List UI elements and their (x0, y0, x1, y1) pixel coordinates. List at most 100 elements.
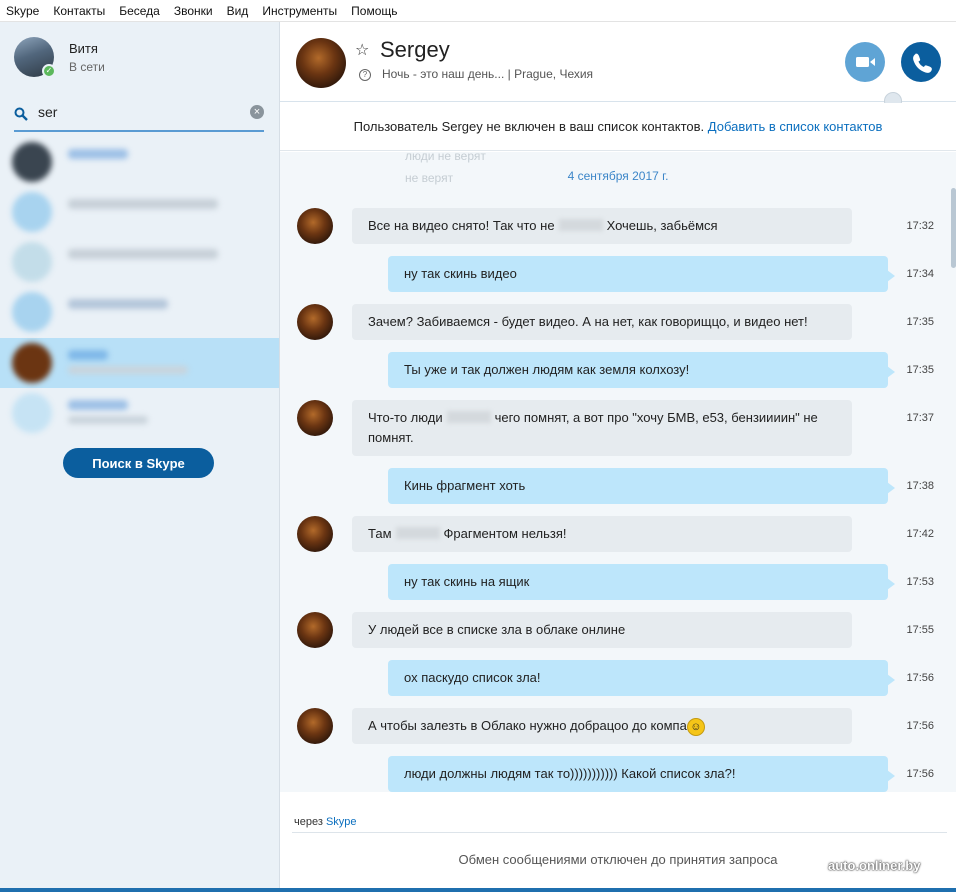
contact-result[interactable] (0, 187, 279, 237)
contact-avatar (12, 343, 52, 383)
clear-search-icon[interactable]: × (250, 105, 264, 119)
contact-name-blurred (68, 149, 128, 159)
incoming-message[interactable]: Все на видео снято! Так что не Хочешь, за… (352, 208, 852, 244)
incoming-message[interactable]: А чтобы залезть в Облако нужно добрацоо … (352, 708, 852, 744)
sender-avatar[interactable] (297, 708, 333, 744)
via-prefix: через (294, 816, 326, 828)
divider (292, 832, 947, 833)
mood-question-icon: ? (359, 69, 371, 81)
menu-calls[interactable]: Звонки (174, 4, 213, 18)
message-text: Что-то люди (368, 410, 443, 425)
search-input[interactable] (38, 104, 238, 120)
watermark: auto.onliner.by (828, 858, 921, 873)
via-skype-label: через Skype (294, 816, 357, 828)
contact-avatar (12, 393, 52, 433)
sender-avatar[interactable] (297, 304, 333, 340)
contact-mood-blurred (68, 366, 188, 374)
contact-result[interactable] (0, 388, 279, 438)
skype-link[interactable]: Skype (326, 816, 357, 828)
message-text: Фрагментом нельзя! (443, 526, 567, 541)
smile-emoji-icon: ☺ (686, 717, 705, 736)
menu-view[interactable]: Вид (227, 4, 249, 18)
contact-avatar (12, 242, 52, 282)
contact-avatar (12, 292, 52, 332)
contact-search: × (14, 100, 264, 132)
search-icon (14, 107, 28, 121)
contact-avatar[interactable] (296, 38, 346, 88)
message-text: Хочешь, забьёмся (606, 218, 718, 233)
menu-skype[interactable]: Skype (6, 4, 39, 18)
contact-result[interactable] (0, 237, 279, 287)
outgoing-message[interactable]: люди должны людям так то))))))))))) Како… (388, 756, 895, 792)
contact-name-blurred (68, 299, 168, 309)
message-time: 17:55 (906, 624, 934, 636)
contact-name-blurred (68, 199, 218, 209)
video-call-button[interactable] (845, 42, 885, 82)
online-status-icon: ✓ (42, 64, 56, 78)
outgoing-message[interactable]: ох паскудо список зла! (388, 660, 895, 696)
search-skype-button[interactable]: Поиск в Skype (63, 448, 214, 478)
message-text: Все на видео снято! Так что не (368, 218, 555, 233)
sidebar: ✓ Витя В сети × Поиск в Skype (0, 22, 280, 892)
add-to-contacts-link[interactable]: Добавить в список контактов (708, 119, 883, 134)
contact-mood: Ночь - это наш день... | Prague, Чехия (382, 67, 594, 81)
faded-line: люди не верят (405, 152, 486, 163)
incoming-message[interactable]: Что-то люди чего помнят, а вот про "хочу … (352, 400, 852, 456)
audio-call-button[interactable] (901, 42, 941, 82)
contact-result[interactable] (0, 137, 279, 187)
window-bottom-border (0, 888, 956, 892)
sender-avatar[interactable] (297, 208, 333, 244)
contact-result[interactable] (0, 287, 279, 337)
message-time: 17:42 (906, 528, 934, 540)
message-time: 17:32 (906, 220, 934, 232)
message-time: 17:35 (906, 316, 934, 328)
favorite-star-icon[interactable]: ☆ (355, 40, 369, 60)
sender-avatar[interactable] (297, 400, 333, 436)
blurred-text (446, 411, 491, 423)
contact-result-selected[interactable] (0, 338, 279, 388)
contact-avatar (12, 142, 52, 182)
message-time: 17:53 (906, 576, 934, 588)
incoming-message[interactable]: Зачем? Забиваемся - будет видео. А на не… (352, 304, 852, 340)
contact-avatar (12, 192, 52, 232)
video-camera-icon (856, 57, 875, 67)
conversation-header: ☆ Sergey ? Ночь - это наш день... | Prag… (280, 22, 956, 110)
my-status[interactable]: В сети (69, 60, 105, 74)
message-time: 17:34 (906, 268, 934, 280)
outgoing-message[interactable]: Ты уже и так должен людям как земля колх… (388, 352, 895, 388)
menu-conversation[interactable]: Беседа (119, 4, 160, 18)
message-text: А чтобы залезть в Облако нужно добрацоо … (368, 718, 687, 733)
contact-name-blurred (68, 249, 218, 259)
date-separator: 4 сентября 2017 г. (567, 169, 669, 183)
message-time: 17:38 (906, 480, 934, 492)
sender-avatar[interactable] (297, 516, 333, 552)
contact-name[interactable]: Sergey (380, 37, 450, 63)
my-name[interactable]: Витя (69, 41, 98, 56)
contact-name-blurred (68, 400, 128, 410)
message-time: 17:56 (906, 672, 934, 684)
outgoing-message[interactable]: ну так скинь видео (388, 256, 895, 292)
chat-scrollbar[interactable] (951, 188, 956, 268)
contact-name-blurred (68, 350, 108, 360)
incoming-message[interactable]: У людей все в списке зла в облаке онлине (352, 612, 852, 648)
blurred-text (395, 527, 440, 539)
contact-mood-blurred (68, 416, 148, 424)
menu-bar: Skype Контакты Беседа Звонки Вид Инструм… (0, 0, 956, 22)
message-time: 17:56 (906, 720, 934, 732)
sender-avatar[interactable] (297, 612, 333, 648)
menu-contacts[interactable]: Контакты (53, 4, 105, 18)
message-time: 17:37 (906, 412, 934, 424)
blurred-text (558, 219, 603, 231)
message-time: 17:35 (906, 364, 934, 376)
message-area[interactable]: люди не верят не верят 4 сентября 2017 г… (280, 152, 956, 792)
menu-tools[interactable]: Инструменты (262, 4, 337, 18)
message-text: Там (368, 526, 392, 541)
menu-help[interactable]: Помощь (351, 4, 397, 18)
outgoing-message[interactable]: Кинь фрагмент хоть (388, 468, 895, 504)
message-time: 17:56 (906, 768, 934, 780)
not-in-contacts-notice: Пользователь Sergey не включен в ваш спи… (280, 103, 956, 151)
outgoing-message[interactable]: ну так скинь на ящик (388, 564, 895, 600)
incoming-message[interactable]: Там Фрагментом нельзя! (352, 516, 852, 552)
notice-text: Пользователь Sergey не включен в ваш спи… (353, 119, 708, 134)
phone-icon (913, 53, 932, 73)
